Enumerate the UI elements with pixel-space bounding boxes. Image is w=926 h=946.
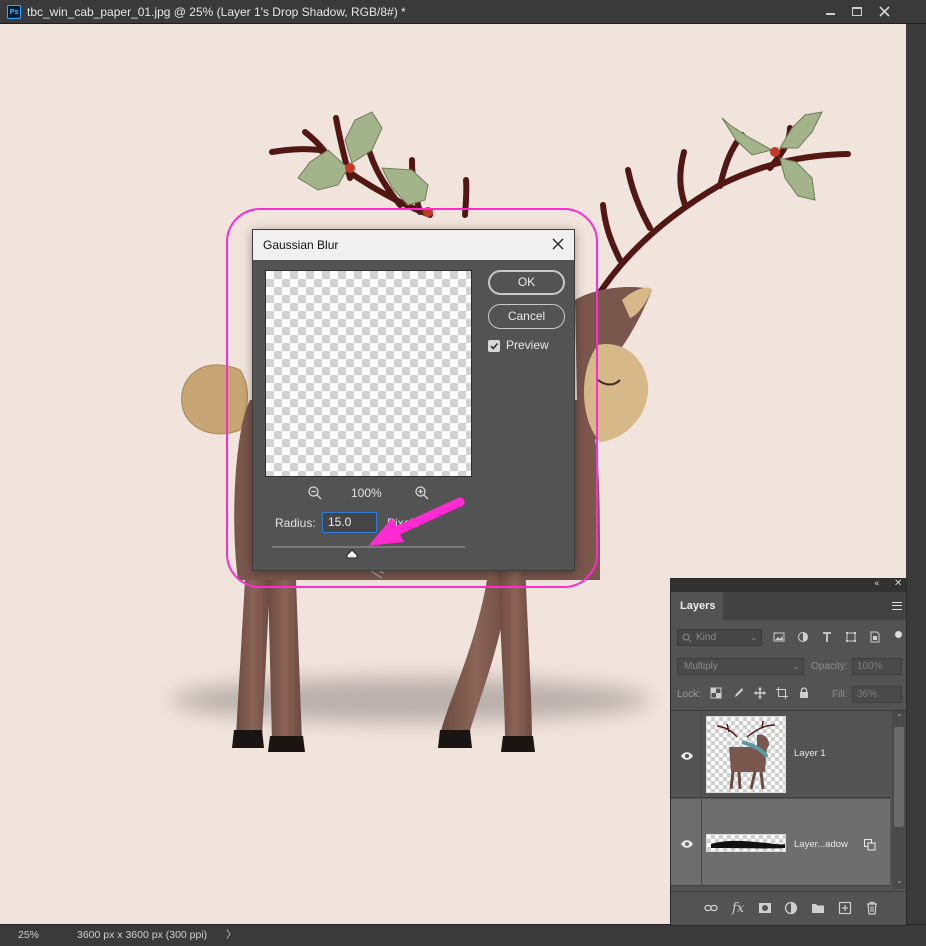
close-window-button[interactable] [872, 2, 896, 20]
zoom-level-field[interactable]: 25% [8, 928, 63, 943]
shadow-thumbnail-image [711, 840, 785, 849]
status-menu-arrow[interactable]: 〉 [226, 928, 237, 943]
eye-icon[interactable] [680, 839, 694, 849]
panel-header-strip: « ✕ [671, 578, 906, 592]
lock-transparent-pixels-icon[interactable] [710, 687, 722, 699]
layer-thumbnail [706, 834, 786, 852]
minimize-icon [825, 13, 835, 15]
shape-layer-filter-icon[interactable] [845, 631, 857, 643]
panel-tab-bar: Layers [671, 592, 906, 620]
chevron-up-icon[interactable]: ⌃ [896, 713, 903, 722]
status-bar: 25% 3600 px x 3600 px (300 ppi) 〉 [0, 924, 926, 946]
pointer-arrow-annotation [368, 497, 465, 546]
maximize-button[interactable] [845, 2, 869, 20]
blur-preview-window[interactable] [265, 270, 472, 477]
blend-mode-select[interactable]: Multiply ⌄ [677, 658, 804, 675]
cancel-button[interactable]: Cancel [488, 304, 565, 329]
smart-object-filter-icon[interactable] [869, 631, 881, 643]
close-icon [878, 5, 890, 17]
blend-mode-value: Multiply [684, 661, 718, 672]
pixel-layer-filter-icon[interactable] [773, 631, 785, 643]
layer-row-selected[interactable]: Layer...adow [671, 799, 890, 886]
layers-scrollbar[interactable]: ⌃ ⌄ [892, 711, 906, 889]
scrollbar-thumb[interactable] [894, 727, 904, 827]
new-layer-icon[interactable] [838, 901, 852, 915]
tab-layers[interactable]: Layers [671, 592, 723, 620]
zoom-out-icon[interactable] [307, 485, 323, 501]
lock-position-icon[interactable] [754, 687, 766, 699]
radius-slider-thumb[interactable] [346, 549, 358, 559]
type-layer-filter-icon[interactable] [821, 631, 833, 643]
eye-icon[interactable] [680, 751, 694, 761]
photoshop-app-icon: Ps [7, 5, 21, 19]
fill-label: Fill: [832, 689, 848, 700]
link-layers-icon[interactable] [704, 901, 718, 915]
preview-label: Preview [506, 338, 549, 352]
lock-artboard-icon[interactable] [776, 687, 788, 699]
lock-image-pixels-icon[interactable] [732, 687, 744, 699]
layer-name[interactable]: Layer 1 [794, 748, 826, 759]
photoshop-window: Ps tbc_win_cab_paper_01.jpg @ 25% (Layer… [0, 0, 926, 946]
layer-thumbnail [706, 716, 786, 793]
search-icon [682, 633, 692, 643]
filter-kind-label: Kind [696, 632, 717, 643]
layer-filter-kind-select[interactable]: Kind ⌄ [677, 629, 762, 646]
preview-checkbox[interactable] [488, 340, 500, 352]
document-tab-title[interactable]: tbc_win_cab_paper_01.jpg @ 25% (Layer 1'… [27, 5, 406, 19]
opacity-field[interactable]: 100% [852, 658, 902, 675]
ok-button[interactable]: OK [488, 270, 565, 295]
adjustment-layer-icon[interactable] [784, 901, 798, 915]
filter-toggle-switch[interactable] [895, 631, 902, 638]
layers-list: Layer 1 Layer...adow [671, 710, 906, 890]
canvas-vertical-scrollbar[interactable] [906, 24, 926, 924]
fx-icon[interactable]: fx [732, 901, 746, 916]
opacity-label: Opacity: [811, 661, 848, 672]
checkmark-icon [490, 342, 499, 350]
document-info: 3600 px x 3600 px (300 ppi) [77, 929, 208, 941]
reindeer-thumbnail-image [716, 720, 776, 790]
layers-panel: « ✕ Layers Kind ⌄ Multiply ⌄ Opacity: 10… [670, 578, 907, 926]
maximize-icon [852, 6, 862, 16]
smart-object-badge-icon [864, 839, 876, 851]
document-tab-bar: Ps tbc_win_cab_paper_01.jpg @ 25% (Layer… [0, 0, 926, 24]
collapse-panel-icon[interactable]: « [874, 579, 880, 589]
add-mask-icon[interactable] [758, 901, 772, 915]
chevron-down-icon[interactable]: ⌄ [896, 876, 903, 885]
radius-label: Radius: [275, 516, 316, 530]
layers-panel-footer: fx [671, 891, 906, 925]
lock-all-icon[interactable] [798, 687, 810, 699]
close-panel-icon[interactable]: ✕ [894, 578, 902, 589]
chevron-down-icon: ⌄ [750, 632, 758, 642]
minimize-button[interactable] [818, 2, 842, 20]
delete-layer-icon[interactable] [865, 901, 879, 915]
new-group-icon[interactable] [811, 901, 825, 915]
layer-row[interactable]: Layer 1 [671, 711, 890, 798]
layer-name[interactable]: Layer...adow [794, 839, 848, 850]
fill-field[interactable]: 36% [852, 686, 902, 703]
chevron-down-icon: ⌄ [792, 661, 800, 671]
lock-label: Lock: [677, 689, 701, 700]
panel-menu-icon[interactable] [892, 602, 902, 610]
dialog-title: Gaussian Blur [263, 238, 339, 252]
close-icon[interactable] [550, 236, 566, 252]
dialog-title-bar[interactable]: Gaussian Blur [253, 230, 574, 260]
adjustment-layer-filter-icon[interactable] [797, 631, 809, 643]
